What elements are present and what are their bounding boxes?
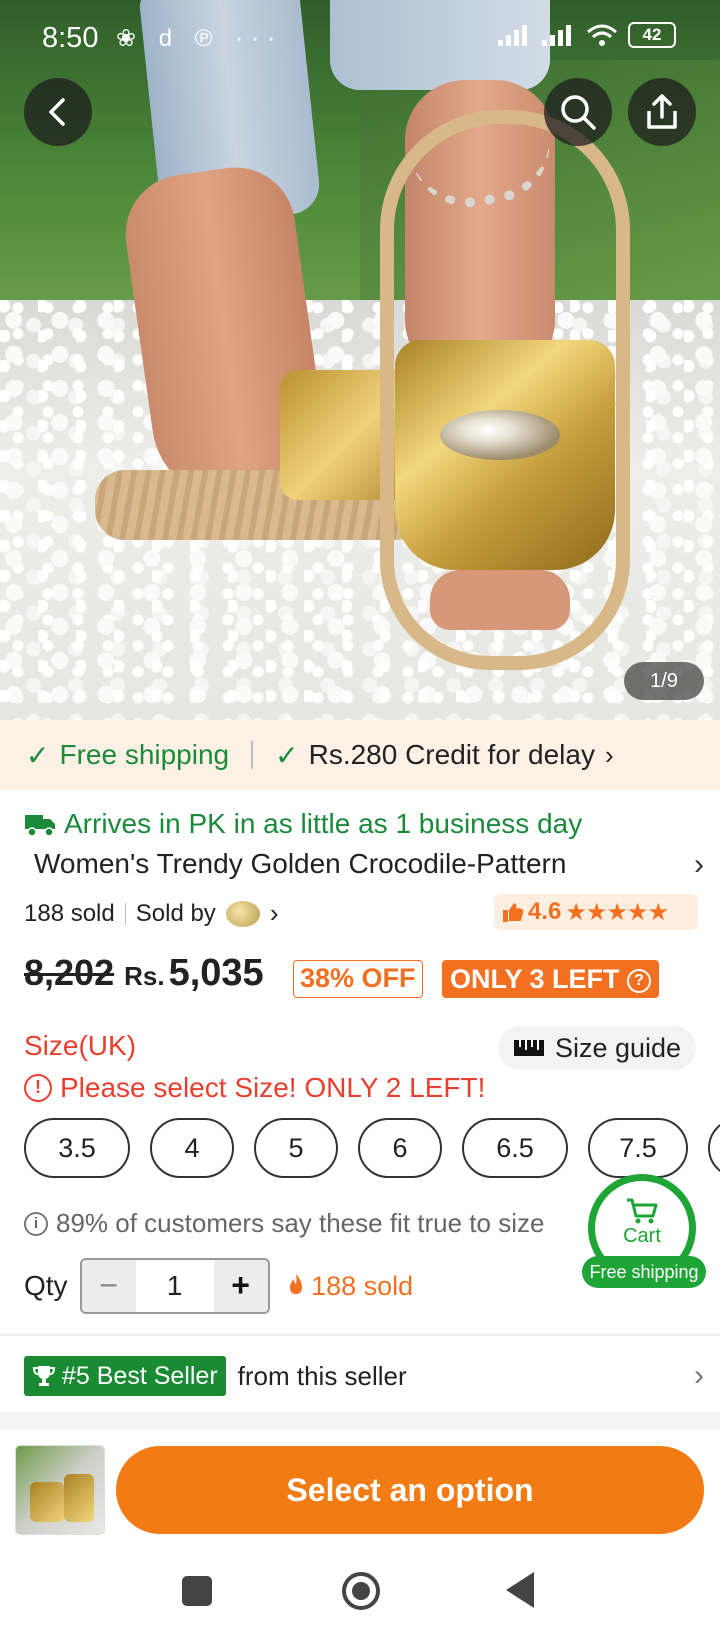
chevron-left-icon [49, 98, 65, 126]
stock-label: ONLY 3 LEFT [450, 964, 620, 994]
share-icon [647, 94, 677, 129]
search-button[interactable] [544, 78, 612, 146]
chevron-right-icon: › [694, 848, 704, 881]
stock-badge[interactable]: ONLY 3 LEFT ? [442, 960, 660, 998]
recents-icon[interactable] [182, 1576, 212, 1606]
toes [430, 570, 570, 630]
increase-button[interactable]: + [213, 1260, 268, 1312]
free-shipping-label: Free shipping [59, 739, 230, 770]
status-time: 8:50 [42, 22, 99, 54]
divider [251, 741, 254, 769]
image-counter: 1/9 [624, 662, 704, 700]
sold-row: 188 sold Sold by › [24, 898, 278, 929]
size-chip[interactable]: 7.5 [588, 1118, 688, 1178]
free-shipping: ✓ Free shipping [26, 739, 229, 772]
size-chip[interactable]: 6.5 [462, 1118, 568, 1178]
thumbnail-sandal [30, 1482, 64, 1522]
quantity-label: Qty [24, 1270, 68, 1301]
search-icon [561, 95, 596, 130]
bottom-action-bar: Select an option [0, 1430, 720, 1540]
size-options: 3.5 4 5 6 6.5 7.5 [24, 1118, 720, 1182]
chevron-right-icon: › [694, 1359, 704, 1392]
sandal-ornament [440, 410, 560, 460]
notification-icons: ❀ d ℗ ··· [116, 25, 284, 52]
floating-cart-button[interactable]: Cart Free shipping [582, 1174, 706, 1294]
best-seller-badge-label: #5 Best Seller [62, 1362, 218, 1390]
help-icon: ? [627, 969, 652, 993]
system-icons: 42 [498, 22, 676, 48]
status-bar: 8:50 ❀ d ℗ ··· 42 [0, 0, 720, 76]
cart-label: Cart [623, 1224, 661, 1247]
back-button[interactable] [24, 78, 92, 146]
best-seller-text: from this seller [237, 1360, 407, 1391]
system-nav-bar [0, 1540, 720, 1640]
product-title-row[interactable]: Women's Trendy Golden Crocodile-Pattern … [34, 848, 704, 882]
sale-price: 5,035 [168, 952, 264, 994]
fit-note-text: 89% of customers say these fit true to s… [56, 1208, 545, 1238]
size-chip-partial[interactable] [708, 1118, 720, 1178]
home-icon[interactable] [342, 1572, 380, 1610]
divider [124, 902, 126, 925]
section-gap [0, 1412, 720, 1430]
info-icon: i [24, 1211, 48, 1236]
size-warning: ! Please select Size! ONLY 2 LEFT! [24, 1072, 485, 1104]
seller-avatar[interactable] [225, 900, 260, 927]
thumbnail-sandal [64, 1474, 94, 1522]
quantity-stepper[interactable]: − 1 + [79, 1258, 270, 1314]
best-seller-row[interactable]: #5 Best Seller from this seller › [24, 1356, 704, 1396]
check-icon: ✓ [275, 739, 299, 771]
quantity-value[interactable]: 1 [136, 1260, 214, 1312]
delay-credit-label: Rs.280 Credit for delay [308, 739, 595, 770]
quantity-row: Qty − 1 + 188 sold [24, 1258, 413, 1314]
ruler-icon [513, 1040, 544, 1056]
product-thumbnail[interactable] [16, 1446, 104, 1534]
flame-icon [289, 1273, 302, 1294]
size-chip[interactable]: 5 [254, 1118, 338, 1178]
size-chip[interactable]: 3.5 [24, 1118, 130, 1178]
rating-stars: ★★★★★ [565, 898, 669, 926]
cart-icon [627, 1198, 658, 1223]
size-label: Size(UK) [24, 1030, 137, 1061]
cart-free-shipping: Free shipping [582, 1256, 706, 1288]
original-price: 8,202 [24, 952, 115, 993]
wifi-icon [587, 24, 617, 46]
currency-symbol: Rs. [124, 961, 165, 991]
decrease-button[interactable]: − [81, 1260, 136, 1312]
delivery-text: Arrives in PK in as little as 1 business… [64, 808, 583, 839]
size-guide-button[interactable]: Size guide [498, 1026, 696, 1070]
divider [0, 1334, 720, 1336]
rating-value: 4.6 [528, 898, 562, 925]
best-seller-badge: #5 Best Seller [24, 1356, 226, 1396]
signal-icon [498, 25, 527, 46]
chevron-right-icon[interactable]: › [270, 898, 279, 929]
delivery-estimate: Arrives in PK in as little as 1 business… [24, 808, 582, 840]
quantity-sold-count: 188 sold [311, 1270, 414, 1301]
rating-badge[interactable]: 4.6 ★★★★★ [494, 894, 698, 930]
sold-count: 188 sold [24, 899, 115, 927]
share-button[interactable] [628, 78, 696, 146]
fit-note: i 89% of customers say these fit true to… [24, 1208, 544, 1239]
back-icon[interactable] [506, 1572, 534, 1608]
price-row: 8,202 Rs. 5,035 [24, 952, 264, 995]
size-chip[interactable]: 4 [150, 1118, 234, 1178]
sold-by-label: Sold by [135, 899, 216, 927]
size-guide-label: Size guide [554, 1032, 682, 1063]
size-warning-text: Please select Size! ONLY 2 LEFT! [60, 1072, 486, 1103]
product-title: Women's Trendy Golden Crocodile-Pattern [34, 848, 567, 879]
chevron-right-icon: › [604, 739, 614, 770]
alert-icon: ! [24, 1074, 52, 1102]
battery-icon: 42 [628, 22, 676, 48]
signal-icon [542, 25, 571, 46]
sold-flame: 188 sold [288, 1270, 414, 1302]
select-option-button[interactable]: Select an option [116, 1446, 704, 1534]
truck-icon [25, 815, 55, 837]
size-chip[interactable]: 6 [358, 1118, 442, 1178]
delay-credit[interactable]: ✓ Rs.280 Credit for delay › [275, 739, 614, 772]
thumbs-up-icon [503, 903, 524, 922]
shipping-strip[interactable]: ✓ Free shipping ✓ Rs.280 Credit for dela… [0, 720, 720, 790]
check-icon: ✓ [26, 739, 50, 771]
discount-badge: 38% OFF [293, 960, 423, 998]
product-image-gallery[interactable]: 8:50 ❀ d ℗ ··· 42 1/9 [0, 0, 720, 720]
trophy-icon [32, 1366, 56, 1386]
